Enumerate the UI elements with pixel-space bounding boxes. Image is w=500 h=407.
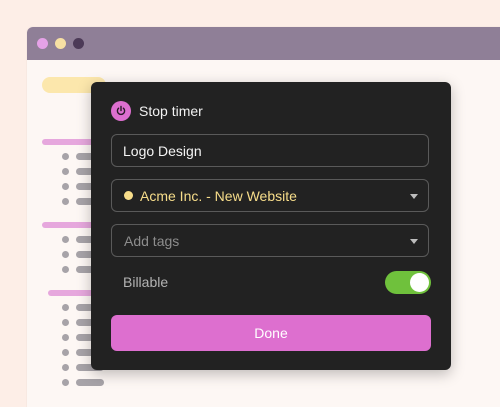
background-row-dot — [62, 364, 69, 371]
window-minimize-dot[interactable] — [55, 38, 66, 49]
background-row-dot — [62, 183, 69, 190]
chevron-down-icon — [410, 194, 418, 199]
power-icon[interactable] — [111, 101, 131, 121]
background-row-dot — [62, 251, 69, 258]
window-close-dot[interactable] — [37, 38, 48, 49]
tags-select-placeholder: Add tags — [124, 233, 180, 249]
chevron-down-icon — [410, 239, 418, 244]
background-row-dot — [62, 334, 69, 341]
project-select-value: Acme Inc. - New Website — [140, 188, 297, 204]
tags-select[interactable]: Add tags — [111, 224, 429, 257]
background-row-dot — [62, 319, 69, 326]
stop-timer-popover: Stop timer Acme Inc. - New Website Add t… — [91, 82, 451, 370]
task-description-field[interactable] — [111, 134, 429, 167]
project-color-dot — [124, 191, 133, 200]
billable-toggle[interactable] — [385, 271, 431, 294]
popover-title: Stop timer — [139, 103, 203, 119]
billable-label: Billable — [123, 274, 169, 290]
background-row-dot — [62, 266, 69, 273]
background-row-dot — [62, 236, 69, 243]
background-row-dot — [62, 349, 69, 356]
billable-row: Billable — [123, 271, 431, 294]
window-maximize-dot[interactable] — [73, 38, 84, 49]
background-row-dot — [62, 198, 69, 205]
task-description-input[interactable] — [123, 135, 413, 166]
done-button[interactable]: Done — [111, 315, 431, 351]
window-titlebar — [27, 27, 500, 60]
background-row-dot — [62, 304, 69, 311]
billable-toggle-knob — [410, 273, 429, 292]
background-row-dot — [62, 153, 69, 160]
popover-header: Stop timer — [111, 100, 203, 122]
background-row-dot — [62, 379, 69, 386]
background-row-dot — [62, 168, 69, 175]
project-select[interactable]: Acme Inc. - New Website — [111, 179, 429, 212]
background-row-line — [76, 379, 104, 386]
